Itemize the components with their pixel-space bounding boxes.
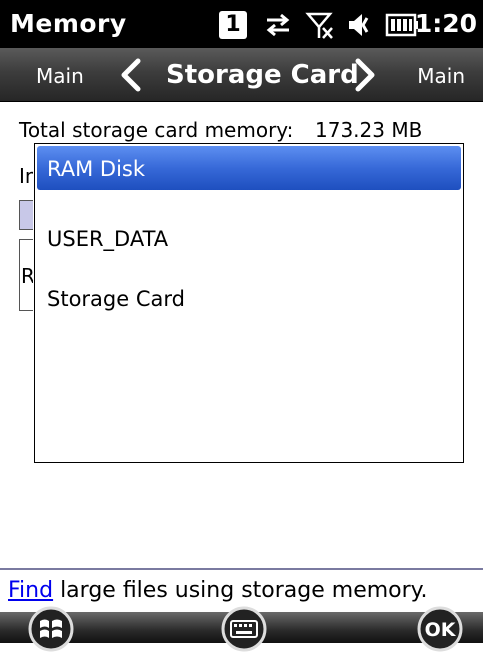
- total-storage-label: Total storage card memory:: [19, 118, 294, 142]
- signal-off-icon[interactable]: [305, 10, 335, 40]
- option-label: USER_DATA: [47, 227, 169, 251]
- footer-divider: [0, 568, 483, 570]
- details-label: R: [21, 264, 35, 288]
- footer-help: Find large files using storage memory.: [8, 578, 428, 603]
- storage-dropdown-list[interactable]: RAM Disk USER_DATA Storage Card: [34, 143, 464, 463]
- option-storage-card[interactable]: Storage Card: [37, 276, 461, 320]
- volume-muted-icon[interactable]: [345, 10, 375, 40]
- pivot-next-label[interactable]: Main: [417, 64, 465, 88]
- ok-label: OK: [425, 619, 457, 641]
- app-title: Memory: [10, 9, 127, 38]
- notification-badge[interactable]: 1: [219, 11, 247, 39]
- pivot-bar: Main Storage Card Main: [0, 48, 483, 102]
- start-button[interactable]: [26, 604, 76, 654]
- option-user-data[interactable]: USER_DATA: [37, 216, 461, 260]
- keyboard-button[interactable]: [219, 604, 269, 654]
- connectivity-icon[interactable]: [263, 10, 293, 40]
- chevron-right-icon[interactable]: [352, 58, 378, 92]
- option-ram-disk[interactable]: RAM Disk: [37, 146, 461, 190]
- pivot-prev-label[interactable]: Main: [36, 64, 84, 88]
- find-link[interactable]: Find: [8, 578, 53, 603]
- ok-button[interactable]: OK: [415, 604, 465, 654]
- chevron-left-icon[interactable]: [118, 58, 144, 92]
- soft-key-bar: OK: [0, 606, 483, 652]
- status-bar: Memory 1 1:20: [0, 0, 483, 48]
- footer-text: large files using storage memory.: [53, 578, 428, 603]
- clock[interactable]: 1:20: [415, 9, 477, 38]
- total-storage-value: 173.23 MB: [315, 118, 423, 142]
- option-label: RAM Disk: [47, 157, 146, 181]
- pivot-current-title: Storage Card: [166, 60, 359, 90]
- total-storage-row: Total storage card memory: 173.23 MB: [19, 118, 422, 142]
- option-label: Storage Card: [47, 287, 185, 311]
